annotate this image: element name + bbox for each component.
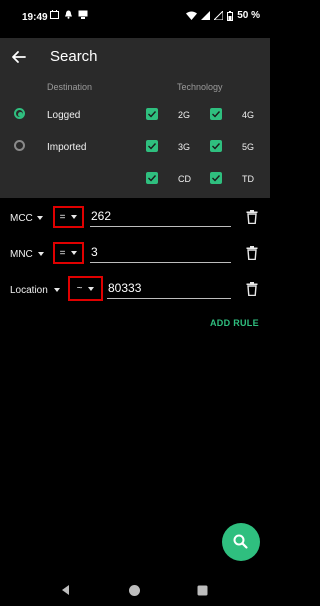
page-title: Search: [50, 48, 98, 65]
checkbox-5g[interactable]: [210, 140, 222, 152]
search-icon: [233, 534, 248, 549]
rule-field-mnc[interactable]: MNC: [10, 249, 33, 260]
checkbox-2g[interactable]: [146, 108, 158, 120]
status-notification-icons: [50, 10, 88, 19]
check-icon: [148, 143, 157, 150]
bell-icon: [65, 10, 72, 19]
checkbox-cd-label[interactable]: CD: [178, 174, 191, 184]
signal-icon: [201, 11, 211, 20]
checkbox-3g[interactable]: [146, 140, 158, 152]
check-icon: [148, 111, 157, 118]
radio-logged-label[interactable]: Logged: [47, 110, 80, 121]
destination-heading: Destination: [47, 82, 93, 92]
rule-value-mcc[interactable]: 262: [90, 208, 231, 227]
battery-percent: 50 %: [237, 10, 260, 21]
check-icon: [148, 175, 157, 182]
radio-imported[interactable]: [14, 140, 25, 151]
radio-logged[interactable]: [14, 108, 25, 119]
rule-operator-value: =: [59, 247, 66, 259]
rule-operator-location[interactable]: ~: [68, 276, 103, 301]
technology-heading: Technology: [177, 82, 223, 92]
nav-recents-icon[interactable]: [197, 585, 208, 596]
check-icon: [212, 175, 221, 182]
caret-down-icon[interactable]: [38, 252, 44, 256]
caret-down-icon[interactable]: [37, 216, 43, 220]
back-arrow-icon[interactable]: [10, 48, 28, 66]
add-rule-button[interactable]: ADD RULE: [210, 318, 259, 328]
rule-operator-mnc[interactable]: =: [53, 242, 84, 264]
search-fab-button[interactable]: [222, 523, 260, 561]
rule-operator-value: ~: [76, 283, 83, 294]
checkbox-4g[interactable]: [210, 108, 222, 120]
checkbox-4g-label[interactable]: 4G: [242, 110, 254, 120]
checkbox-cd[interactable]: [146, 172, 158, 184]
status-system-icons: 50 %: [186, 10, 260, 21]
check-icon: [212, 111, 221, 118]
caret-down-icon: [71, 251, 78, 255]
check-icon: [212, 143, 221, 150]
caret-down-icon[interactable]: [54, 288, 60, 292]
filter-panel: [0, 38, 270, 198]
checkbox-3g-label[interactable]: 3G: [178, 142, 190, 152]
nav-back-icon[interactable]: [60, 584, 72, 596]
cast-notification-icon: [78, 10, 88, 19]
rule-operator-value: =: [59, 211, 66, 223]
trash-icon[interactable]: [246, 210, 258, 224]
battery-icon: [227, 10, 234, 21]
signal-secondary-icon: [214, 11, 224, 20]
rule-value-location[interactable]: 80333: [107, 280, 231, 299]
status-time: 19:49: [22, 12, 48, 23]
calendar-notification-icon: [50, 10, 59, 19]
checkbox-td[interactable]: [210, 172, 222, 184]
rule-operator-mcc[interactable]: =: [53, 206, 84, 228]
checkbox-td-label[interactable]: TD: [242, 174, 254, 184]
rule-field-location[interactable]: Location: [10, 285, 48, 296]
caret-down-icon: [88, 286, 95, 291]
radio-imported-label[interactable]: Imported: [47, 142, 86, 153]
wifi-icon: [186, 11, 198, 20]
checkbox-5g-label[interactable]: 5G: [242, 142, 254, 152]
rule-value-mnc[interactable]: 3: [90, 244, 231, 263]
nav-home-icon[interactable]: [128, 584, 141, 597]
trash-icon[interactable]: [246, 246, 258, 260]
rule-field-mcc[interactable]: MCC: [10, 213, 33, 224]
trash-icon[interactable]: [246, 282, 258, 296]
checkbox-2g-label[interactable]: 2G: [178, 110, 190, 120]
caret-down-icon: [71, 215, 78, 219]
